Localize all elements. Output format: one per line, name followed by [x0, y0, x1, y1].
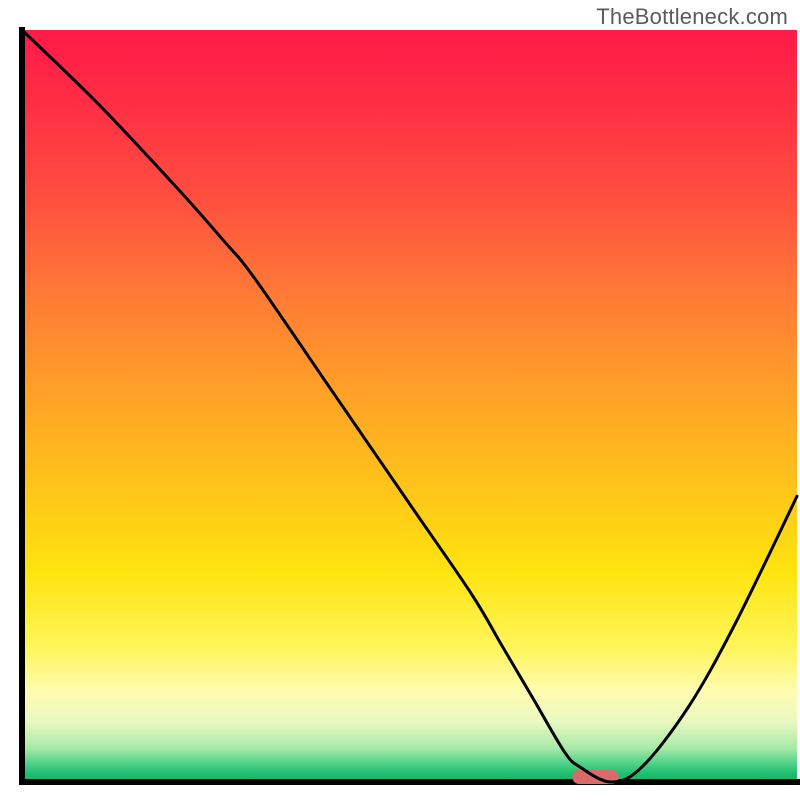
chart-container: TheBottleneck.com: [0, 0, 800, 800]
plot-background: [22, 30, 797, 782]
watermark-text: TheBottleneck.com: [596, 4, 788, 30]
bottleneck-chart: [0, 0, 800, 800]
